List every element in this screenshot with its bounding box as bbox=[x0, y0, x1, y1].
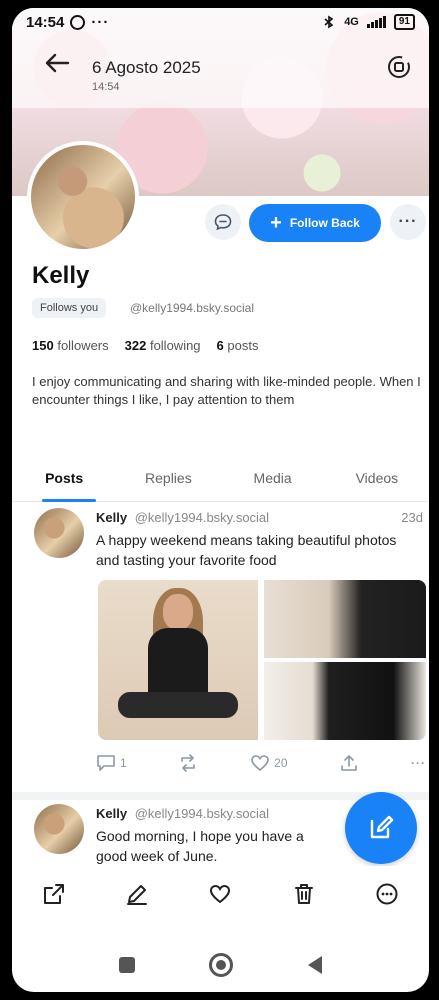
compose-post-button[interactable] bbox=[345, 792, 417, 864]
phone-screen: 14:54 ··· 4G 91 6 Agosto 2025 14:54 + Fo… bbox=[12, 8, 429, 992]
following-stat[interactable]: 322 following bbox=[125, 338, 201, 353]
follow-back-label: Follow Back bbox=[289, 216, 360, 230]
status-more-dots: ··· bbox=[91, 13, 110, 31]
post-header: Kelly @kelly1994.bsky.social bbox=[96, 806, 269, 821]
edit-pencil-icon[interactable] bbox=[125, 882, 149, 906]
photo-figure-legs bbox=[118, 692, 238, 718]
followers-label: followers bbox=[57, 338, 109, 353]
rotate-screen-icon[interactable] bbox=[386, 54, 412, 80]
post-time: 23d bbox=[401, 510, 423, 525]
photo-figure-head bbox=[163, 594, 193, 630]
like-count: 20 bbox=[274, 756, 288, 770]
post-more-button[interactable]: ··· bbox=[411, 756, 426, 770]
profile-name: Kelly bbox=[32, 262, 90, 289]
header-title: 6 Agosto 2025 bbox=[92, 58, 201, 77]
photo-figure-body bbox=[148, 628, 208, 698]
tab-posts[interactable]: Posts bbox=[12, 458, 116, 502]
recent-apps-button[interactable] bbox=[119, 957, 136, 973]
whatsapp-icon bbox=[70, 14, 86, 30]
profile-handle: @kelly1994.bsky.social bbox=[130, 301, 255, 315]
plus-icon: + bbox=[270, 212, 282, 234]
post-author-name[interactable]: Kelly bbox=[96, 510, 127, 525]
post-text: A happy weekend means taking beautiful p… bbox=[96, 532, 397, 568]
delete-trash-icon[interactable] bbox=[292, 882, 316, 906]
home-button[interactable] bbox=[209, 953, 234, 977]
post-image-bottom-right[interactable] bbox=[264, 662, 426, 740]
share-button[interactable] bbox=[339, 754, 359, 772]
post-actions: 1 20 ··· bbox=[96, 754, 426, 772]
post-author-handle: @kelly1994.bsky.social bbox=[134, 510, 270, 525]
bluetooth-icon bbox=[324, 15, 334, 29]
profile-avatar[interactable] bbox=[27, 141, 139, 253]
follow-back-button[interactable]: + Follow Back bbox=[249, 204, 381, 242]
repost-icon bbox=[181, 754, 196, 772]
network-type: 4G bbox=[344, 16, 359, 28]
message-button[interactable] bbox=[205, 204, 241, 240]
profile-stats: 150 followers 322 following 6 posts bbox=[32, 338, 258, 353]
post-author-handle: @kelly1994.bsky.social bbox=[134, 806, 270, 821]
profile-more-button[interactable]: ··· bbox=[390, 204, 426, 240]
following-label: following bbox=[149, 338, 201, 353]
like-button[interactable]: 20 bbox=[250, 754, 288, 772]
status-time: 14:54 bbox=[26, 13, 65, 31]
reply-button[interactable]: 1 bbox=[96, 754, 127, 772]
profile-bio: I enjoy communicating and sharing with l… bbox=[32, 374, 421, 407]
post-header: Kelly @kelly1994.bsky.social bbox=[96, 510, 269, 525]
signal-icon bbox=[366, 16, 386, 28]
tab-media[interactable]: Media bbox=[221, 458, 325, 501]
chat-bubble-icon bbox=[214, 214, 232, 231]
followers-count: 150 bbox=[32, 338, 54, 353]
header-subtitle: 14:54 bbox=[92, 81, 120, 93]
posts-label: posts bbox=[227, 338, 259, 353]
post-image-main[interactable] bbox=[98, 580, 258, 740]
system-back-button[interactable] bbox=[307, 956, 322, 974]
profile-tabs: Posts Replies Media Videos bbox=[12, 458, 429, 502]
compose-icon bbox=[370, 815, 394, 839]
post-author-name[interactable]: Kelly bbox=[96, 806, 127, 821]
battery-icon: 91 bbox=[393, 14, 415, 30]
heart-icon bbox=[251, 755, 269, 772]
tab-replies[interactable]: Replies bbox=[116, 458, 220, 501]
reply-icon bbox=[97, 755, 115, 771]
open-external-icon[interactable] bbox=[42, 882, 66, 906]
status-bar: 14:54 ··· 4G 91 bbox=[12, 8, 429, 36]
system-nav-bar bbox=[12, 938, 429, 992]
posts-stat: 6 posts bbox=[217, 338, 259, 353]
share-icon bbox=[341, 755, 358, 771]
reply-count: 1 bbox=[120, 756, 127, 770]
followers-stat[interactable]: 150 followers bbox=[32, 338, 109, 353]
posts-count: 6 bbox=[216, 338, 224, 353]
post-author-avatar[interactable] bbox=[34, 508, 84, 558]
back-arrow-icon[interactable] bbox=[42, 48, 72, 78]
favorite-heart-icon[interactable] bbox=[208, 882, 232, 906]
follows-you-badge: Follows you bbox=[32, 298, 107, 318]
repost-button[interactable] bbox=[178, 754, 198, 772]
status-right: 4G 91 bbox=[322, 14, 415, 30]
post-text: Good morning, I hope you have a good wee… bbox=[96, 828, 304, 864]
post-image-top-right[interactable] bbox=[264, 580, 426, 658]
tab-videos[interactable]: Videos bbox=[325, 458, 429, 501]
post-author-avatar[interactable] bbox=[34, 804, 84, 854]
more-options-icon[interactable] bbox=[375, 882, 399, 906]
screenshot-action-bar bbox=[12, 866, 429, 922]
following-count: 322 bbox=[124, 338, 147, 353]
